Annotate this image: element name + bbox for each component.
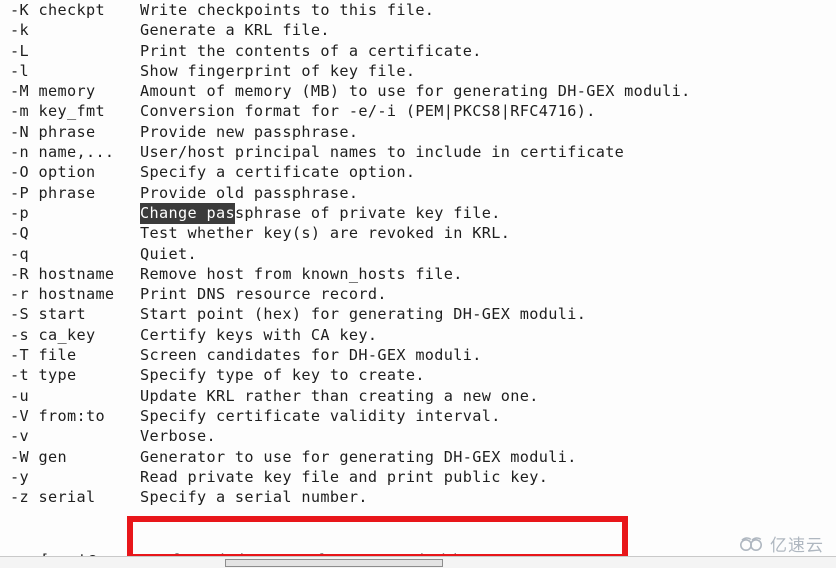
option-flag: -n name,... [10, 143, 115, 162]
help-line: -v Verbose. [0, 426, 836, 446]
option-flag: -p [10, 203, 29, 222]
option-description: Specify a serial number. [140, 488, 368, 507]
option-description: Read private key file and print public k… [140, 467, 549, 486]
option-flag: -t type [10, 366, 77, 385]
option-flag: -u [10, 386, 29, 405]
option-description: Print DNS resource record. [140, 285, 387, 304]
option-description: Write checkpoints to this file. [140, 1, 435, 19]
option-flag: -z serial [10, 488, 96, 507]
help-line: -N phrase Provide new passphrase. [0, 122, 836, 142]
option-description: User/host principal names to include in … [140, 143, 625, 162]
help-line: -V from:to Specify certificate validity i… [0, 406, 836, 426]
option-flag: -O option [10, 163, 96, 182]
help-line: -W gen Generator to use for generating DH… [0, 447, 836, 467]
help-line: -s ca_key Certify keys with CA key. [0, 325, 836, 345]
horizontal-scrollbar-track[interactable] [0, 556, 836, 568]
help-line: -p Change passphrase of private key file. [0, 202, 836, 224]
option-description: Specify type of key to create. [140, 366, 425, 385]
option-flag: -m key_fmt [10, 102, 105, 121]
help-line: -O option Specify a certificate option. [0, 162, 836, 182]
option-description: Provide old passphrase. [140, 183, 359, 202]
help-line: -S start Start point (hex) for generating… [0, 304, 836, 324]
help-line: -z serial Specify a serial number. [0, 487, 836, 507]
option-flag: -S start [10, 305, 86, 324]
option-description: Generate a KRL file. [140, 21, 330, 40]
option-description: Specify certificate validity interval. [140, 406, 501, 425]
option-description: Amount of memory (MB) to use for generat… [140, 82, 691, 101]
shell-prompt-line[interactable]: [root@server ~]# ssh-keygen -f /root/.ss… [0, 521, 553, 556]
terminal-window[interactable]: -K checkpt Write checkpoints to this file… [0, 0, 836, 556]
option-description: Verbose. [140, 427, 216, 446]
ssh-keygen-help-output: -K checkpt Write checkpoints to this file… [0, 0, 836, 507]
option-flag: -k [10, 21, 29, 40]
option-flag: -s ca_key [10, 325, 96, 344]
option-flag: -r hostname [10, 285, 115, 304]
help-line: -P phrase Provide old passphrase. [0, 183, 836, 203]
option-flag: -q [10, 244, 29, 263]
option-description: Test whether key(s) are revoked in KRL. [140, 224, 511, 243]
option-description: Print the contents of a certificate. [140, 41, 482, 60]
option-description: Generator to use for generating DH-GEX m… [140, 447, 577, 466]
option-flag: -y [10, 467, 29, 486]
option-flag: -L [10, 41, 29, 60]
option-description: Start point (hex) for generating DH-GEX … [140, 305, 587, 324]
option-flag: -W gen [10, 447, 67, 466]
option-flag: -T file [10, 346, 77, 365]
option-description: Specify a certificate option. [140, 163, 416, 182]
option-flag: -l [10, 61, 29, 80]
option-flag: -V from:to [10, 406, 105, 425]
help-line: -l Show fingerprint of key file. [0, 61, 836, 81]
help-line: -k Generate a KRL file. [0, 20, 836, 40]
selected-text: Change pas [140, 202, 235, 224]
help-line: -y Read private key file and print public… [0, 467, 836, 487]
help-line: -q Quiet. [0, 244, 836, 264]
option-description: Change passphrase of private key file. [140, 202, 501, 224]
help-line: -M memory Amount of memory (MB) to use fo… [0, 81, 836, 101]
horizontal-scrollbar-thumb[interactable] [225, 559, 443, 567]
help-line: -K checkpt Write checkpoints to this file… [0, 0, 836, 20]
help-line: -L Print the contents of a certificate. [0, 41, 836, 61]
help-line: -r hostname Print DNS resource record. [0, 284, 836, 304]
option-flag: -v [10, 427, 29, 446]
option-flag: -K checkpt [10, 1, 105, 19]
option-description: Certify keys with CA key. [140, 325, 378, 344]
option-description: Show fingerprint of key file. [140, 61, 416, 80]
help-line: -R hostname Remove host from known_hosts … [0, 264, 836, 284]
help-line: -T file Screen candidates for DH-GEX modu… [0, 345, 836, 365]
help-line: -t type Specify type of key to create. [0, 365, 836, 385]
option-description: Screen candidates for DH-GEX moduli. [140, 346, 482, 365]
option-description: Quiet. [140, 244, 197, 263]
option-flag: -N phrase [10, 122, 96, 141]
option-description: Conversion format for -e/-i (PEM|PKCS8|R… [140, 102, 596, 121]
option-flag: -Q [10, 224, 29, 243]
option-description: Remove host from known_hosts file. [140, 264, 463, 283]
option-flag: -M memory [10, 82, 96, 101]
help-line: -m key_fmt Conversion format for -e/-i (P… [0, 101, 836, 121]
help-line: -Q Test whether key(s) are revoked in KRL… [0, 223, 836, 243]
option-flag: -P phrase [10, 183, 96, 202]
option-description: Update KRL rather than creating a new on… [140, 386, 539, 405]
help-line: -u Update KRL rather than creating a new … [0, 386, 836, 406]
option-description-rest: sphrase of private key file. [234, 203, 501, 222]
option-flag: -R hostname [10, 264, 115, 283]
help-line: -n name,... User/host principal names to … [0, 142, 836, 162]
option-description: Provide new passphrase. [140, 122, 359, 141]
